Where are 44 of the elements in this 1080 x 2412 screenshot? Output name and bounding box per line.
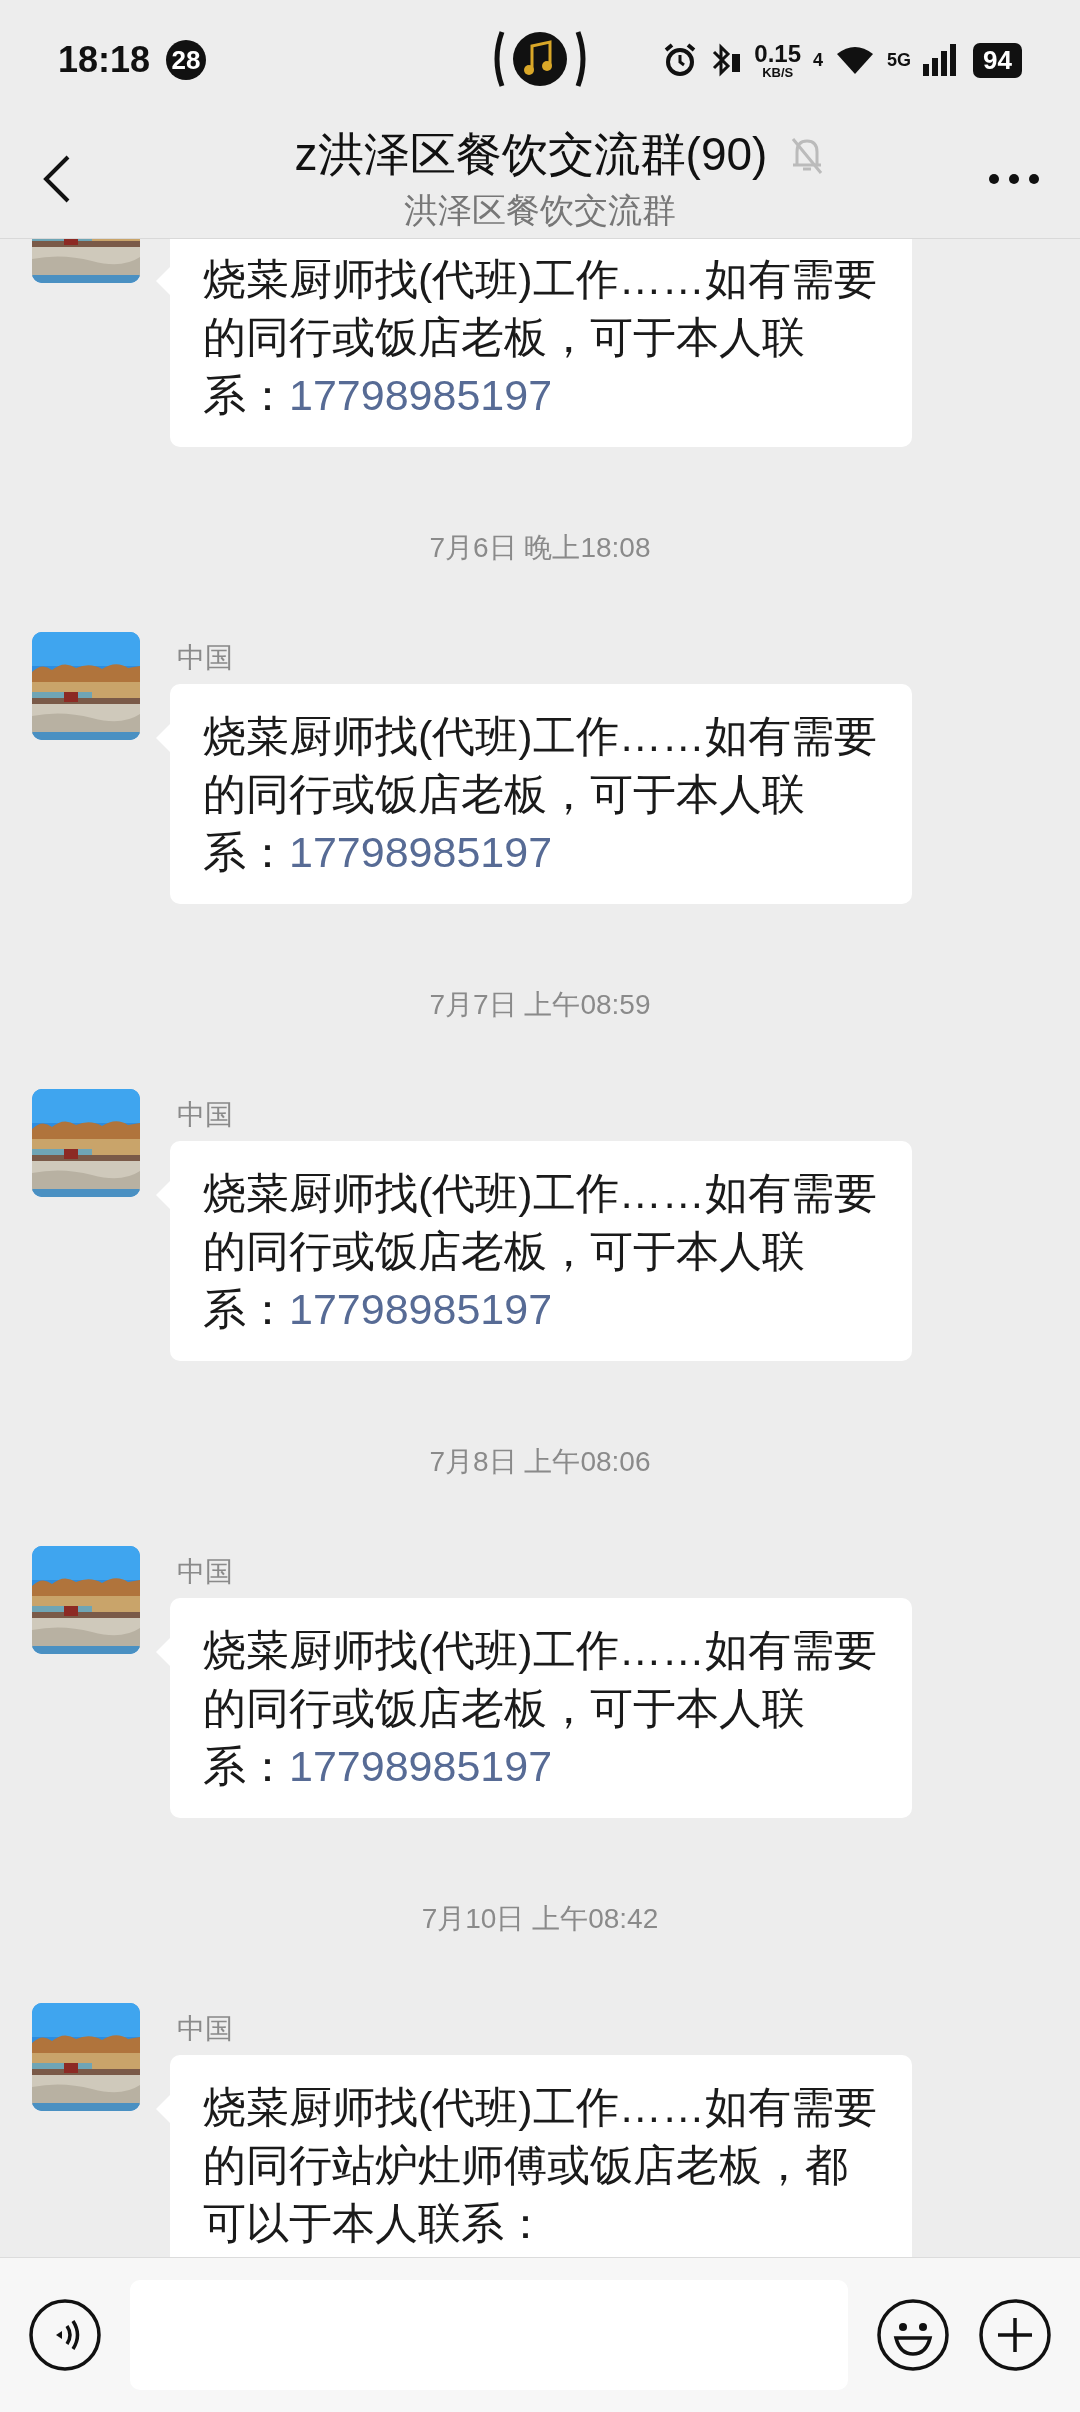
phone-link[interactable]: 17798985197 bbox=[289, 828, 553, 876]
message-text: 的同行或饭店老板，可于本人联 bbox=[203, 1683, 806, 1734]
clock-time: 18:18 bbox=[58, 39, 151, 81]
signal-icon bbox=[923, 44, 958, 76]
message-text: 烧菜厨师找(代班)工作……如有需要 bbox=[203, 2082, 878, 2133]
wifi-label: 4 bbox=[813, 49, 824, 71]
back-button[interactable] bbox=[42, 154, 72, 204]
voice-button[interactable] bbox=[28, 2298, 102, 2372]
message-text: 可以于本人联系： bbox=[203, 2198, 548, 2249]
message-text: 烧菜厨师找(代班)工作……如有需要 bbox=[203, 1168, 878, 1219]
bluetooth-icon bbox=[710, 42, 743, 78]
battery-level: 94 bbox=[973, 42, 1022, 78]
message-text: 烧菜厨师找(代班)工作……如有需要 bbox=[203, 254, 878, 305]
message-text: 烧菜厨师找(代班)工作……如有需要 bbox=[203, 1625, 878, 1676]
phone-link[interactable]: 17798985197 bbox=[289, 371, 553, 419]
cell-label: 5G bbox=[887, 49, 912, 71]
sender-name: 中国 bbox=[177, 1099, 233, 1131]
notification-badge: 28 bbox=[166, 40, 207, 80]
timestamp: 7月6日 晚上18:08 bbox=[429, 531, 651, 565]
chat-subtitle: 洪泽区餐饮交流群 bbox=[404, 190, 676, 231]
chat-title: z洪泽区餐饮交流群(90) bbox=[294, 127, 768, 182]
wifi-icon bbox=[835, 44, 876, 76]
message-text: 的同行或饭店老板，可于本人联 bbox=[203, 312, 806, 363]
more-button[interactable] bbox=[988, 173, 1040, 185]
phone-link[interactable]: 17798985197 bbox=[289, 1285, 553, 1333]
add-button[interactable] bbox=[978, 2298, 1052, 2372]
sender-name: 中国 bbox=[177, 2013, 233, 2045]
timestamp: 7月8日 上午08:06 bbox=[429, 1445, 651, 1479]
message-text: 的同行站炉灶师傅或饭店老板，都 bbox=[203, 2140, 849, 2191]
message-text: 烧菜厨师找(代班)工作……如有需要 bbox=[203, 711, 878, 762]
sender-name: 中国 bbox=[177, 1556, 233, 1588]
message-text: 的同行或饭店老板，可于本人联 bbox=[203, 769, 806, 820]
message-text: 的同行或饭店老板，可于本人联 bbox=[203, 1226, 806, 1277]
timestamp: 7月7日 上午08:59 bbox=[429, 988, 651, 1022]
message-text: 系：17798985197 bbox=[203, 1284, 554, 1335]
sender-name: 中国 bbox=[177, 642, 233, 674]
timestamp: 7月10日 上午08:42 bbox=[421, 1902, 659, 1936]
speed-unit: KB/S bbox=[762, 65, 794, 79]
emoji-button[interactable] bbox=[876, 2298, 950, 2372]
network-speed: 0.15 bbox=[754, 41, 802, 66]
message-text: 系：17798985197 bbox=[203, 827, 554, 878]
message-text: 系：17798985197 bbox=[203, 1741, 554, 1792]
phone-link[interactable]: 17798985197 bbox=[289, 1742, 553, 1790]
message-text: 系：17798985197 bbox=[203, 370, 554, 421]
